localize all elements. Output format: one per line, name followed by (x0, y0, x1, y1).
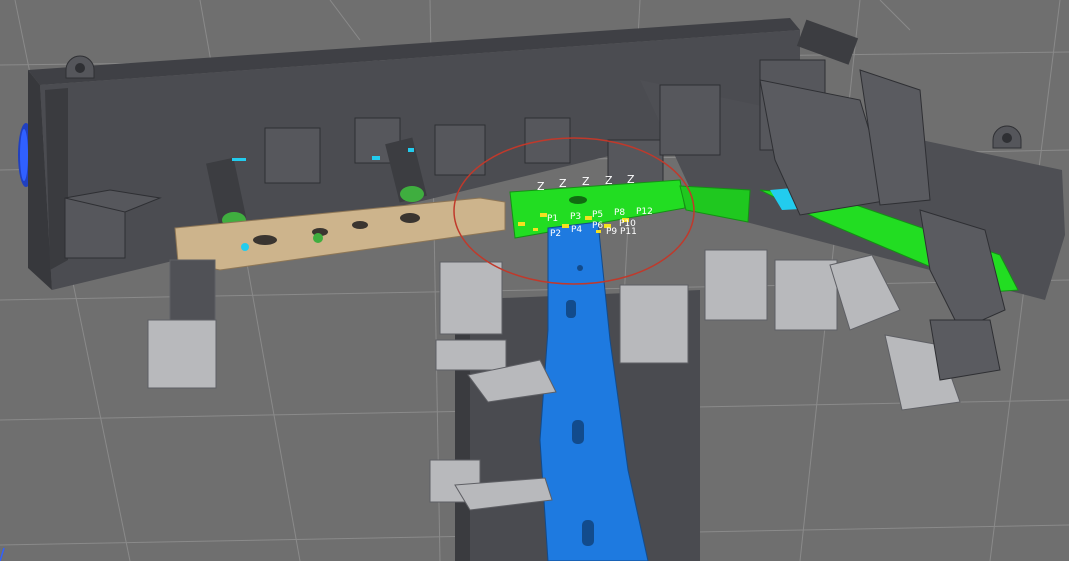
weld-label: P9 (606, 227, 617, 237)
weld-label: P12 (636, 207, 653, 217)
weld-label: P6 (592, 221, 603, 231)
view-axis-corner-icon (0, 547, 5, 561)
weld-label: P4 (571, 225, 582, 235)
weld-label: P2 (550, 229, 561, 239)
cad-scene[interactable]: Z Z Z Z Z P1 P3 P5 P8 P12 P2 P4 P6 P9 P1… (0, 0, 1069, 561)
z-label: Z (627, 173, 635, 186)
lifting-eye-right (992, 125, 1022, 149)
weld-label: P1 (547, 214, 558, 224)
3d-viewport[interactable]: Z Z Z Z Z P1 P3 P5 P8 P12 P2 P4 P6 P9 P1… (0, 0, 1069, 561)
z-label: Z (582, 175, 590, 188)
z-label: Z (605, 174, 613, 187)
lifting-eye-left (65, 55, 95, 79)
weld-label: P8 (614, 208, 625, 218)
z-label: Z (537, 180, 545, 193)
clamp-cylinder-top-right[interactable] (796, 19, 859, 65)
z-label: Z (559, 177, 567, 190)
weld-label: P3 (570, 212, 581, 222)
weld-label: P11 (620, 227, 637, 237)
weld-label: P5 (592, 210, 603, 220)
